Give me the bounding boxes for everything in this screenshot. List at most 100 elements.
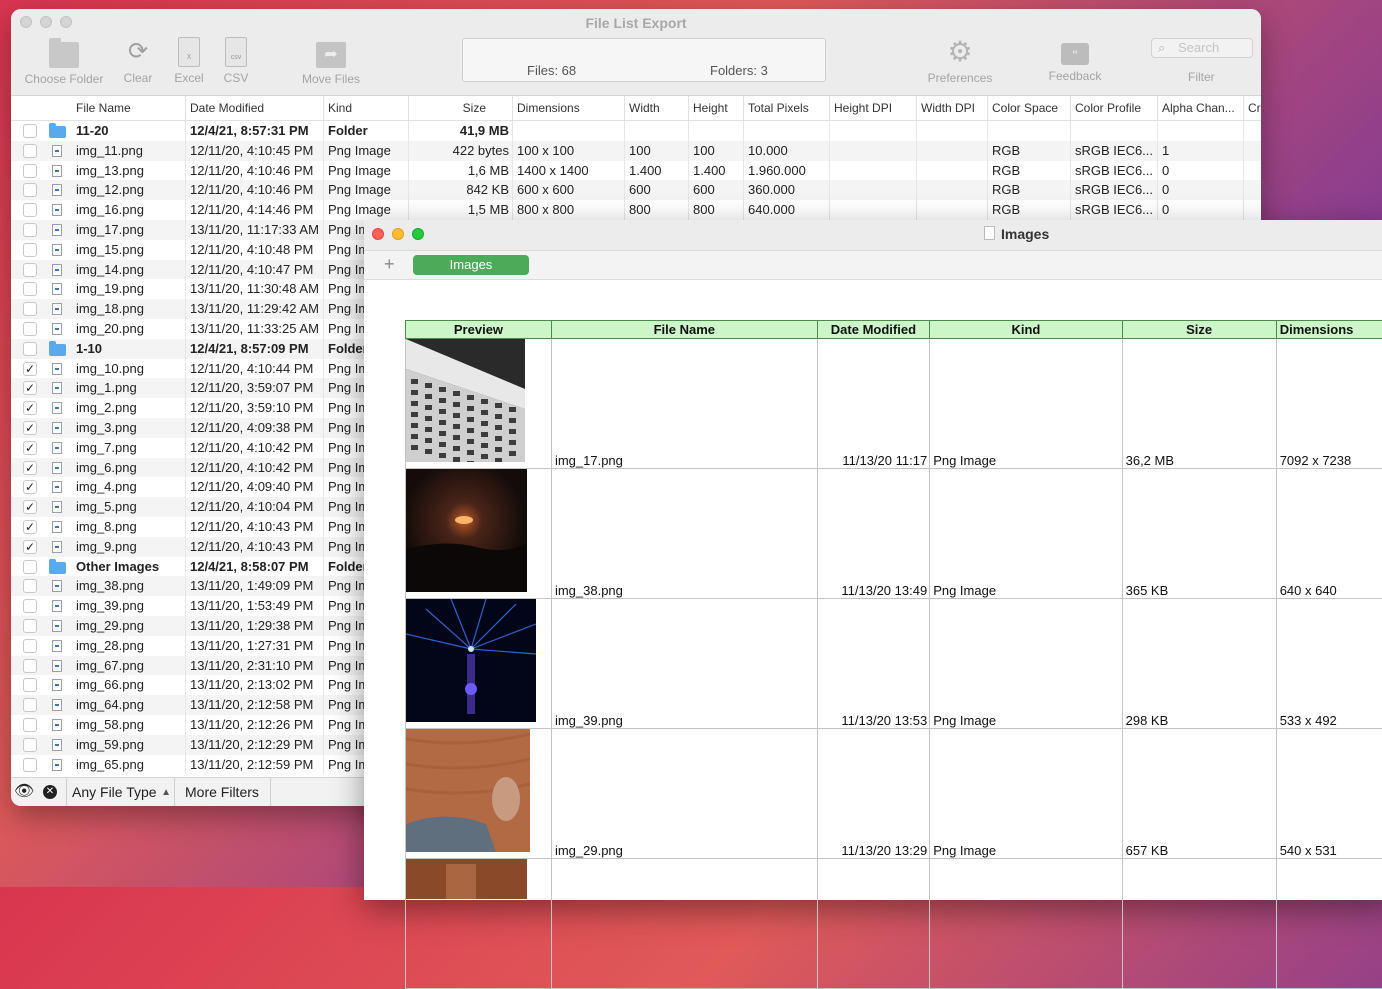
sunset-photo[interactable] xyxy=(406,469,527,592)
column-header-dimensions[interactable]: Dimensions xyxy=(1276,321,1382,339)
column-header-alpha-channel[interactable]: Alpha Chan... xyxy=(1157,96,1244,120)
row-checkbox[interactable] xyxy=(23,619,37,633)
row-checkbox[interactable] xyxy=(23,302,37,316)
sand-hand-photo[interactable] xyxy=(406,729,530,852)
tower-light-photo[interactable] xyxy=(406,599,536,722)
row-checkbox[interactable]: ✓ xyxy=(23,441,37,455)
table-row[interactable]: img_13.png12/11/20, 4:10:46 PMPng Image1… xyxy=(11,161,1261,181)
row-checkbox[interactable]: ✓ xyxy=(23,381,37,395)
row-checkbox[interactable] xyxy=(23,342,37,356)
move-files-button[interactable]: ➦ Move Files xyxy=(297,37,365,86)
column-header-file-name[interactable]: File Name xyxy=(551,321,817,339)
row-checkbox[interactable] xyxy=(23,164,37,178)
excel-button[interactable]: X Excel xyxy=(169,37,209,85)
search-input[interactable]: ⌕ Search xyxy=(1151,38,1253,58)
row-checkbox[interactable] xyxy=(23,183,37,197)
spreadsheet: Preview File Name Date Modified Kind Siz… xyxy=(405,320,1382,989)
clear-filter-icon[interactable]: ✕ xyxy=(43,785,57,799)
row-checkbox[interactable] xyxy=(23,322,37,336)
table-row[interactable]: img_39.png11/13/20 13:53Png Image298 KB5… xyxy=(406,599,1382,729)
more-filters-button[interactable]: More Filters xyxy=(176,778,271,806)
column-header-height[interactable]: Height xyxy=(688,96,744,120)
minimize-window-button[interactable] xyxy=(392,228,404,240)
row-checkbox[interactable] xyxy=(23,639,37,653)
row-checkbox[interactable]: ✓ xyxy=(23,480,37,494)
date-modified-cell: 12/11/20, 3:59:07 PM xyxy=(185,378,324,398)
table-row[interactable]: img_29.png11/13/20 13:29Png Image657 KB5… xyxy=(406,729,1382,859)
column-header-kind[interactable]: Kind xyxy=(930,321,1122,339)
column-header-kind[interactable]: Kind xyxy=(323,96,409,120)
row-checkbox[interactable]: ✓ xyxy=(23,461,37,475)
row-checkbox[interactable]: ✓ xyxy=(23,401,37,415)
row-checkbox[interactable] xyxy=(23,560,37,574)
sheet-tab-images[interactable]: Images xyxy=(413,255,529,275)
column-header-size[interactable]: Size xyxy=(1122,321,1276,339)
row-checkbox[interactable]: ✓ xyxy=(23,421,37,435)
file-type-select[interactable]: Any File Type ▲ xyxy=(66,778,175,806)
folders-count: Folders: 3 xyxy=(710,63,768,78)
date-modified-cell: 12/11/20, 4:10:42 PM xyxy=(185,458,324,478)
png-file-icon xyxy=(52,679,62,691)
column-header-date-modified[interactable]: Date Modified xyxy=(817,321,930,339)
file-name-cell: img_3.png xyxy=(72,418,186,438)
column-header-cr[interactable]: Cr xyxy=(1243,96,1261,120)
column-header-preview[interactable]: Preview xyxy=(406,321,552,339)
table-row[interactable]: img_12.png12/11/20, 4:10:46 PMPng Image8… xyxy=(11,180,1261,200)
row-checkbox[interactable] xyxy=(23,678,37,692)
row-checkbox[interactable] xyxy=(23,738,37,752)
png-file-icon xyxy=(52,224,62,236)
table-row[interactable] xyxy=(406,859,1382,989)
preferences-button[interactable]: ⚙ Preferences xyxy=(923,37,997,85)
add-sheet-button[interactable]: + xyxy=(384,254,395,275)
choose-folder-button[interactable]: Choose Folder xyxy=(24,37,104,86)
search-icon: ⌕ xyxy=(1158,39,1165,57)
kind-cell: Png Image xyxy=(323,161,409,181)
column-header-color-profile[interactable]: Color Profile xyxy=(1070,96,1158,120)
row-checkbox[interactable] xyxy=(23,243,37,257)
column-header-color-space[interactable]: Color Space xyxy=(987,96,1071,120)
row-checkbox[interactable]: ✓ xyxy=(23,540,37,554)
table-row[interactable]: img_11.png12/11/20, 4:10:45 PMPng Image4… xyxy=(11,141,1261,161)
file-name-cell: img_67.png xyxy=(72,656,186,676)
csv-button[interactable]: csv CSV xyxy=(216,37,256,85)
folder-row[interactable]: 11-2012/4/21, 8:57:31 PMFolder41,9 MB xyxy=(11,121,1261,141)
row-checkbox[interactable] xyxy=(23,599,37,613)
table-row[interactable]: img_16.png12/11/20, 4:14:46 PMPng Image1… xyxy=(11,200,1261,220)
eye-icon[interactable]: 👁 xyxy=(14,783,34,801)
row-checkbox[interactable] xyxy=(23,579,37,593)
column-header-size[interactable]: Size xyxy=(408,96,513,120)
file-name-cell: img_9.png xyxy=(72,537,186,557)
column-header-dimensions[interactable]: Dimensions xyxy=(512,96,625,120)
row-checkbox[interactable]: ✓ xyxy=(23,362,37,376)
column-header-date-modified[interactable]: Date Modified xyxy=(185,96,324,120)
zoom-window-button[interactable] xyxy=(412,228,424,240)
row-checkbox[interactable] xyxy=(23,718,37,732)
partial-thumbnail[interactable] xyxy=(406,859,527,899)
images-window-title: Images xyxy=(984,226,1049,242)
row-checkbox[interactable] xyxy=(23,282,37,296)
column-header-total-pixels[interactable]: Total Pixels xyxy=(743,96,830,120)
alpha-channel-cell: 1 xyxy=(1157,141,1244,161)
row-checkbox[interactable] xyxy=(23,263,37,277)
column-header-height-dpi[interactable]: Height DPI xyxy=(829,96,917,120)
png-file-icon xyxy=(52,719,62,731)
column-header-file-name[interactable]: File Name xyxy=(72,96,186,120)
row-checkbox[interactable] xyxy=(23,698,37,712)
row-checkbox[interactable] xyxy=(23,659,37,673)
row-checkbox[interactable]: ✓ xyxy=(23,520,37,534)
column-header-width[interactable]: Width xyxy=(624,96,689,120)
close-window-button[interactable] xyxy=(372,228,384,240)
column-header-width-dpi[interactable]: Width DPI xyxy=(916,96,988,120)
row-checkbox[interactable]: ✓ xyxy=(23,500,37,514)
row-checkbox[interactable] xyxy=(23,758,37,772)
table-row[interactable]: img_38.png11/13/20 13:49Png Image365 KB6… xyxy=(406,469,1382,599)
table-row[interactable]: img_17.png11/13/20 11:17Png Image36,2 MB… xyxy=(406,339,1382,469)
folder-icon xyxy=(49,42,79,68)
row-checkbox[interactable] xyxy=(23,203,37,217)
row-checkbox[interactable] xyxy=(23,124,37,138)
clear-button[interactable]: ⟳ Clear xyxy=(118,37,158,85)
feedback-button[interactable]: " Feedback xyxy=(1044,37,1106,83)
row-checkbox[interactable] xyxy=(23,223,37,237)
building-photo[interactable] xyxy=(406,339,525,462)
row-checkbox[interactable] xyxy=(23,144,37,158)
